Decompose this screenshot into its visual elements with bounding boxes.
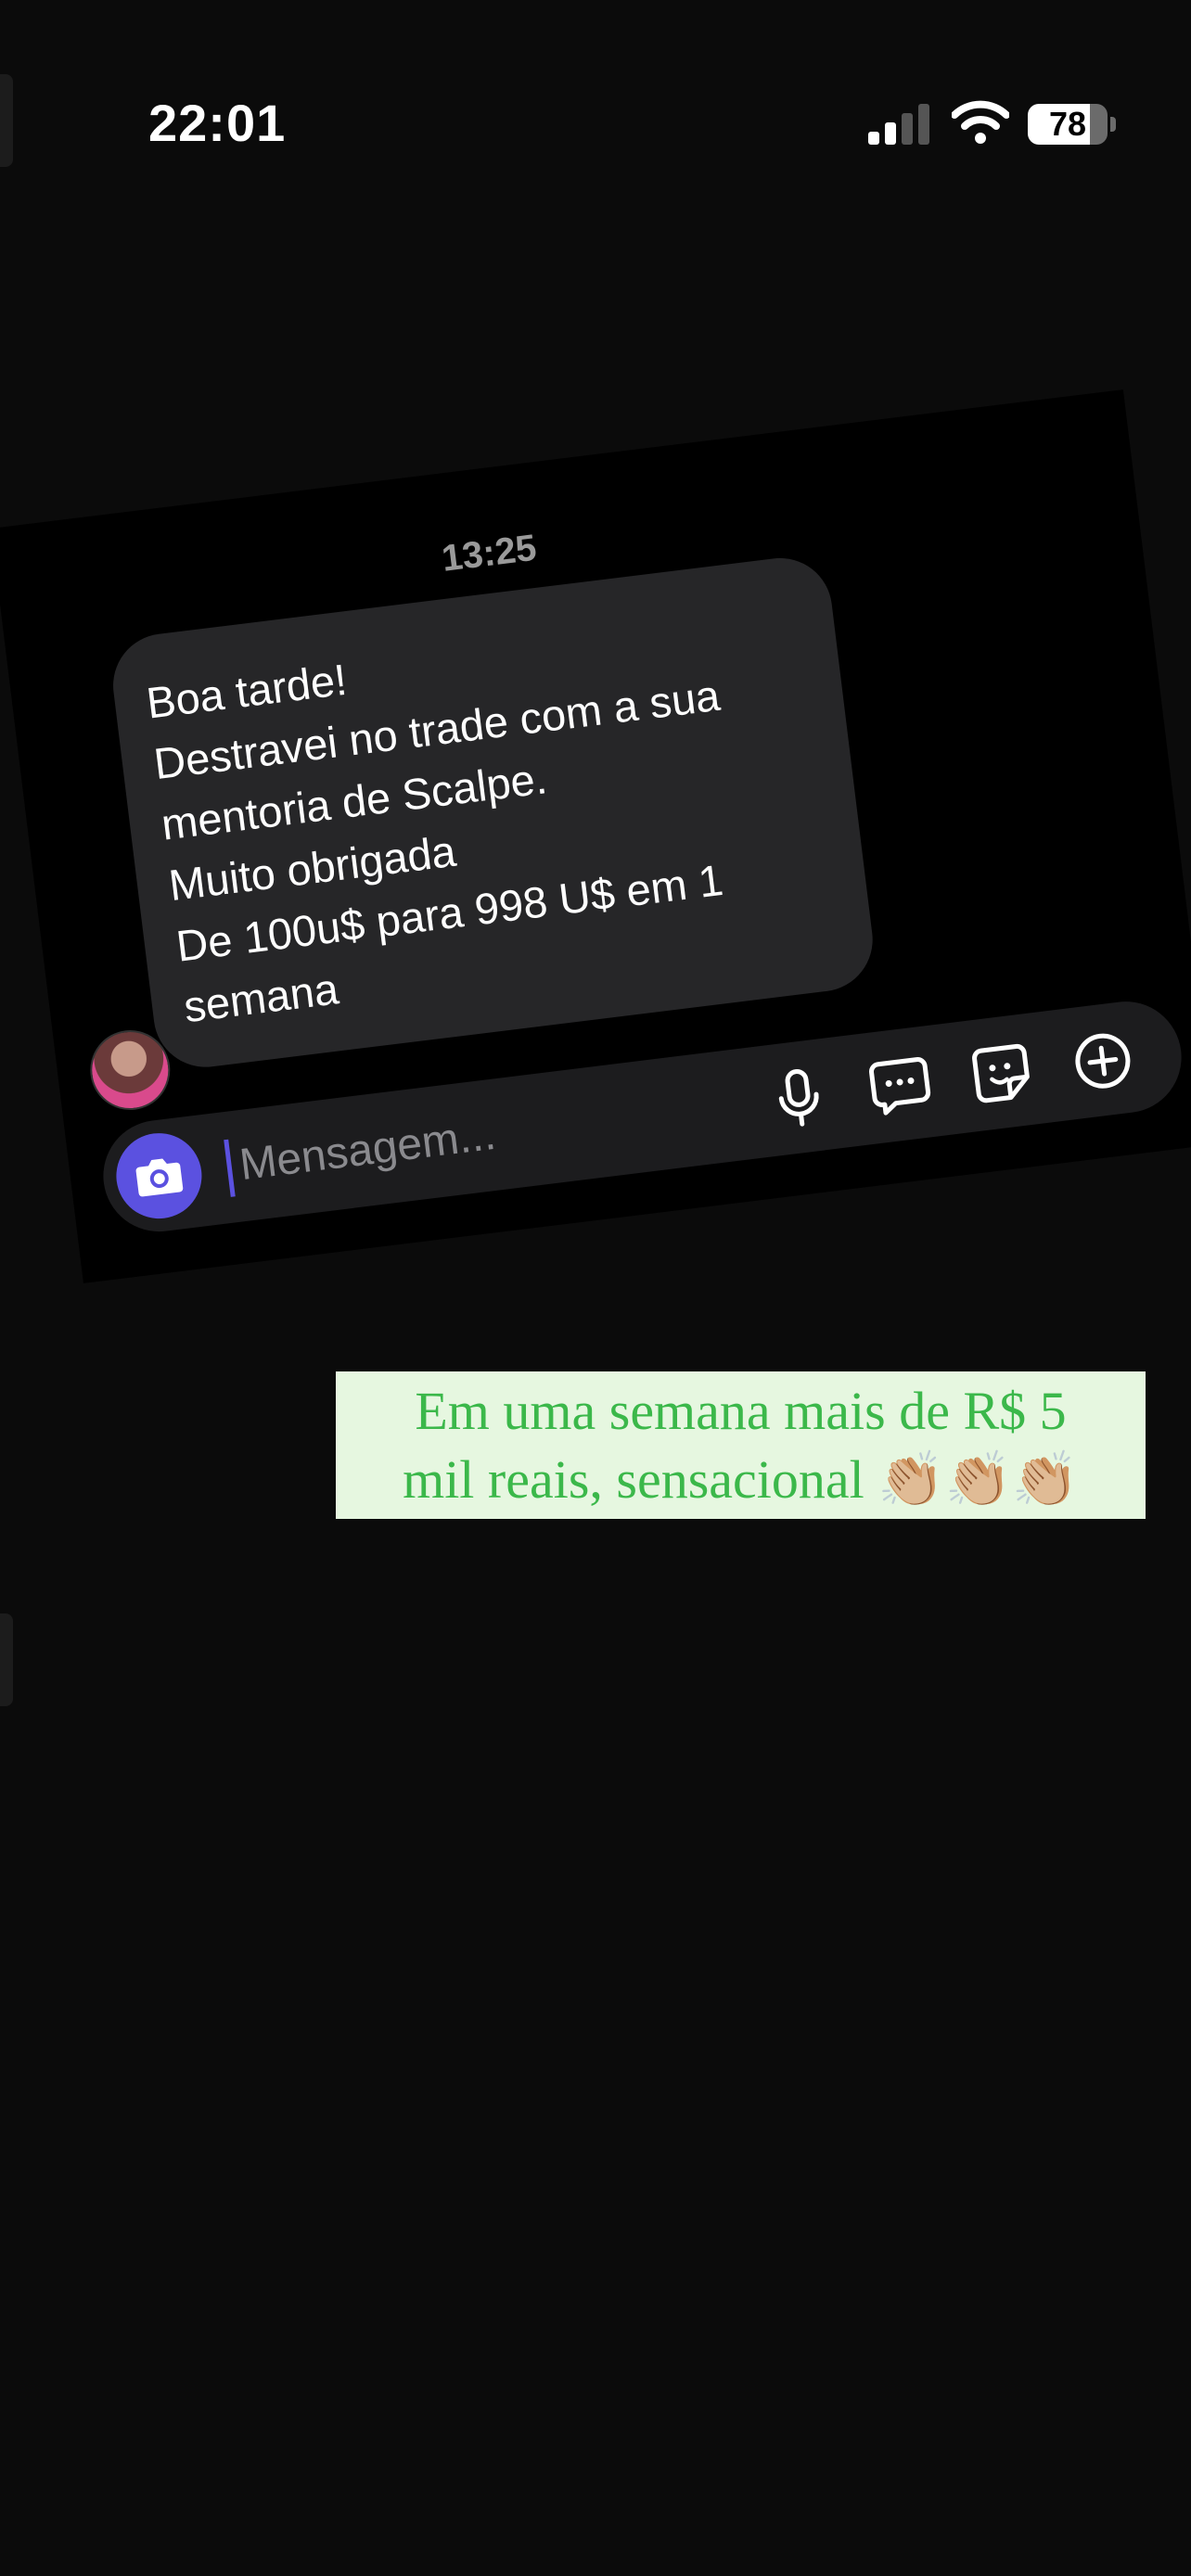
caption-line: mil reais, sensacional 👏🏼👏🏼👏🏼	[403, 1449, 1079, 1510]
sticker-button[interactable]	[966, 1038, 1038, 1110]
status-bar: 22:01 78	[0, 0, 1191, 185]
edge-artifact	[0, 1613, 13, 1706]
text-caret	[224, 1139, 236, 1197]
message-bubble[interactable]: Boa tarde! Destravei no trade com a sua …	[107, 552, 879, 1074]
chat-button[interactable]	[864, 1050, 937, 1122]
microphone-button[interactable]	[762, 1062, 835, 1134]
battery-icon: 78	[1028, 104, 1108, 145]
caption-line: Em uma semana mais de R$ 5	[415, 1381, 1067, 1441]
sticker-icon	[972, 1043, 1030, 1103]
add-button[interactable]	[1067, 1025, 1139, 1097]
camera-icon	[135, 1158, 184, 1197]
chat-screenshot: 13:25 Boa tarde! Destravei no trade com …	[0, 389, 1191, 1283]
signal-icon	[868, 104, 929, 145]
plus-circle-icon	[1075, 1033, 1131, 1089]
microphone-icon	[778, 1069, 819, 1127]
chat-bubble-icon	[869, 1057, 931, 1116]
message-input[interactable]: Mensagem...	[237, 1109, 498, 1191]
caption-box: Em uma semana mais de R$ 5 mil reais, se…	[336, 1371, 1146, 1519]
camera-button[interactable]	[111, 1128, 207, 1224]
wifi-icon	[952, 100, 1009, 144]
status-time: 22:01	[148, 94, 287, 152]
battery-tip	[1110, 117, 1116, 132]
